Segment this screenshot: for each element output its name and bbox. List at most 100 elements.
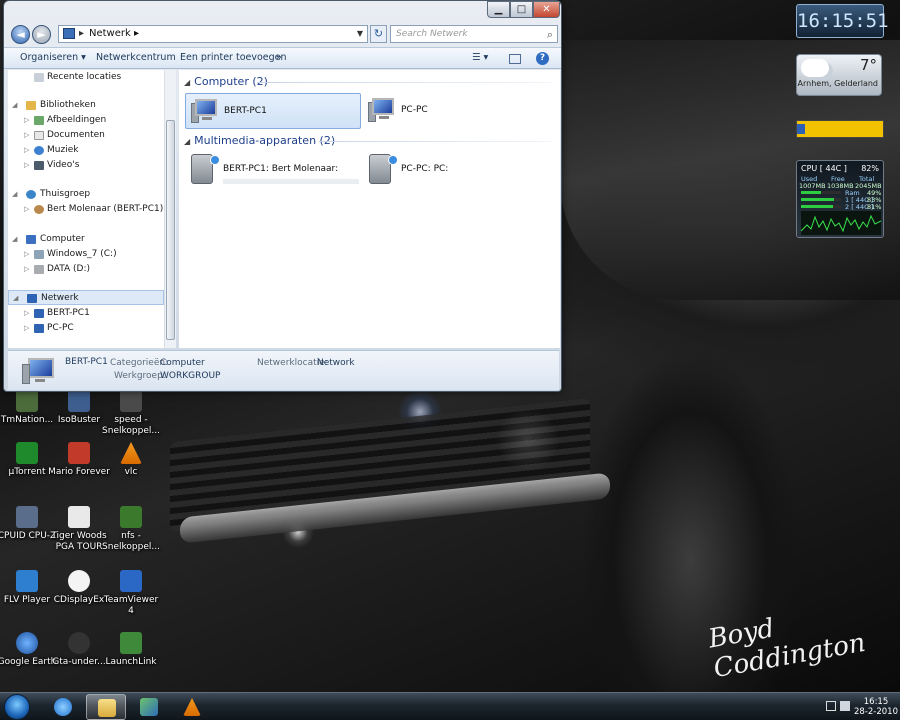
group-header-media[interactable]: ◢ Multimedia-apparaten (2) (184, 134, 335, 147)
volume-icon[interactable] (840, 701, 850, 711)
forward-button[interactable]: ► (32, 25, 51, 44)
expand-triangle-icon[interactable]: ▷ (24, 321, 29, 336)
collapse-triangle-icon[interactable]: ◢ (184, 78, 190, 87)
command-bar: Organiseren ▾ Netwerkcentrum Een printer… (4, 47, 561, 69)
wallpaper-signature: Boyd Coddington (706, 613, 868, 685)
ram-bar (801, 191, 841, 194)
network-icon (63, 28, 75, 39)
search-input[interactable]: Search Netwerk ⌕ (390, 25, 558, 43)
desktop-icon-label: TmNation... (0, 415, 54, 425)
navigation-scrollbar[interactable] (164, 70, 176, 348)
nav-item-pc-pc[interactable]: ▷ PC-PC (8, 321, 164, 336)
taskbar-explorer[interactable] (86, 694, 126, 720)
cpu-meter-gadget[interactable]: CPU [ 44C ] 82% Used Free Total 1007MB 1… (796, 160, 884, 238)
scrollbar-thumb[interactable] (166, 120, 175, 340)
desktop-icon-label: nfs - Snelkoppel... (102, 531, 160, 552)
network-item-pc-pc[interactable]: PC-PC (363, 93, 539, 129)
expand-triangle-icon[interactable]: ▷ (24, 202, 29, 217)
desktop-icon-nfs[interactable]: nfs - Snelkoppel... (100, 506, 162, 553)
nav-item-computer[interactable]: ◢ Computer (8, 232, 164, 247)
cpuid-icon (16, 506, 38, 528)
content-pane[interactable]: ◢ Computer (2) BERT-PC1 PC-PC ◢ Multimedia… (179, 70, 560, 348)
address-field[interactable]: ▸ Netwerk ▸ ▼ (58, 25, 368, 43)
expand-triangle-icon[interactable]: ▷ (24, 158, 29, 173)
nav-item-music[interactable]: ▷ Muziek (8, 143, 164, 158)
media-item-bert-pc1[interactable]: BERT-PC1: Bert Molenaar: (185, 152, 361, 188)
expand-triangle-icon[interactable]: ◢ (13, 291, 18, 306)
details-netloc-value: Network (317, 358, 355, 368)
network-item-bert-pc1[interactable]: BERT-PC1 (185, 93, 361, 129)
taskbar-vlc[interactable] (172, 694, 212, 720)
nav-item-videos[interactable]: ▷ Video's (8, 158, 164, 173)
collapse-triangle-icon[interactable]: ◢ (184, 137, 190, 146)
tray-time: 16:15 (863, 697, 889, 707)
action-center-icon[interactable] (826, 701, 836, 711)
core2-bar (801, 205, 841, 208)
gta-icon (68, 632, 90, 654)
chevron-down-icon[interactable]: ▼ (357, 26, 363, 42)
isobuster-icon (68, 390, 90, 412)
expand-triangle-icon[interactable]: ◢ (12, 98, 17, 113)
taskbar-internet-explorer[interactable] (43, 694, 83, 720)
close-button[interactable]: ✕ (533, 1, 560, 18)
group-header-computer[interactable]: ◢ Computer (2) (184, 75, 268, 88)
maximize-button[interactable]: □ (510, 1, 533, 18)
nav-item-recent[interactable]: Recente locaties (8, 70, 164, 85)
nav-item-homegroup[interactable]: ◢ Thuisgroep (8, 187, 164, 202)
add-printer-button[interactable]: Een printer toevoegen (180, 52, 287, 63)
status-bar-gadget[interactable] (796, 120, 884, 138)
organize-button[interactable]: Organiseren ▾ (20, 52, 86, 63)
nav-item-libraries[interactable]: ◢ Bibliotheken (8, 98, 164, 113)
help-button[interactable]: ? (536, 52, 549, 65)
expand-triangle-icon[interactable]: ▷ (24, 128, 29, 143)
explorer-window[interactable]: ▁ □ ✕ ◄ ► ▸ Netwerk ▸ ▼ ↻ Search Netwerk… (3, 0, 562, 392)
expand-triangle-icon[interactable]: ▷ (24, 306, 29, 321)
expand-triangle-icon[interactable]: ◢ (12, 232, 17, 247)
minimize-button[interactable]: ▁ (487, 1, 510, 18)
window-titlebar[interactable]: ▁ □ ✕ (4, 1, 561, 21)
nav-item-drive-d[interactable]: ▷ DATA (D:) (8, 262, 164, 277)
expand-triangle-icon[interactable]: ▷ (24, 262, 29, 277)
mario-icon (68, 442, 90, 464)
drive-icon (34, 250, 44, 259)
desktop-icon-speed[interactable]: speed - Snelkoppel... (100, 390, 162, 437)
taskbar-network[interactable] (129, 694, 169, 720)
core1-bar (801, 198, 841, 201)
breadcrumb-network[interactable]: Netwerk (89, 28, 131, 39)
start-button[interactable] (4, 694, 30, 720)
expand-triangle-icon[interactable]: ▷ (24, 113, 29, 128)
item-label: BERT-PC1 (224, 106, 267, 116)
nav-item-documents[interactable]: ▷ Documenten (8, 128, 164, 143)
change-view-button[interactable]: ☰ ▾ (472, 52, 488, 63)
pictures-icon (34, 116, 44, 125)
back-button[interactable]: ◄ (11, 25, 30, 44)
preview-pane-button[interactable] (509, 54, 521, 64)
nav-item-bert-pc1[interactable]: ▷ BERT-PC1 (8, 306, 164, 321)
nav-item-pictures[interactable]: ▷ Afbeeldingen (8, 113, 164, 128)
computer-icon (34, 324, 44, 333)
expand-triangle-icon[interactable]: ▷ (24, 143, 29, 158)
nav-item-homegroup-user[interactable]: ▷ Bert Molenaar (BERT-PC1) (8, 202, 164, 217)
more-commands-button[interactable]: » (276, 52, 282, 63)
nav-item-network[interactable]: ◢ Netwerk (8, 290, 164, 305)
music-icon (34, 146, 44, 155)
refresh-button[interactable]: ↻ (370, 25, 387, 43)
cdisplayex-icon (68, 570, 90, 592)
expand-triangle-icon[interactable]: ▷ (24, 247, 29, 262)
recent-places-icon (34, 73, 44, 82)
media-item-pc-pc[interactable]: PC-PC: PC: (363, 152, 539, 188)
desktop-icon-teamviewer[interactable]: TeamViewer 4 (100, 570, 162, 617)
expand-triangle-icon[interactable]: ◢ (12, 187, 17, 202)
clock-gadget[interactable]: 16:15:51 (796, 4, 889, 38)
nav-item-label: Documenten (47, 130, 105, 140)
details-categories-value: Computer (160, 358, 205, 368)
cpu-used: 1007MB (799, 182, 826, 190)
weather-gadget[interactable]: 7° Arnhem, Gelderland (796, 54, 882, 96)
flag-icon (797, 124, 805, 134)
network-center-button[interactable]: Netwerkcentrum (96, 52, 176, 63)
navigation-pane[interactable]: Recente locaties ◢ Bibliotheken ▷ Afbeel… (8, 70, 164, 348)
tray-clock[interactable]: 16:15 28-2-2010 (854, 697, 898, 717)
nav-item-drive-c[interactable]: ▷ Windows_7 (C:) (8, 247, 164, 262)
desktop-icon-launchlink[interactable]: LaunchLink (100, 632, 162, 668)
desktop-icon-vlc[interactable]: vlc (100, 442, 162, 478)
